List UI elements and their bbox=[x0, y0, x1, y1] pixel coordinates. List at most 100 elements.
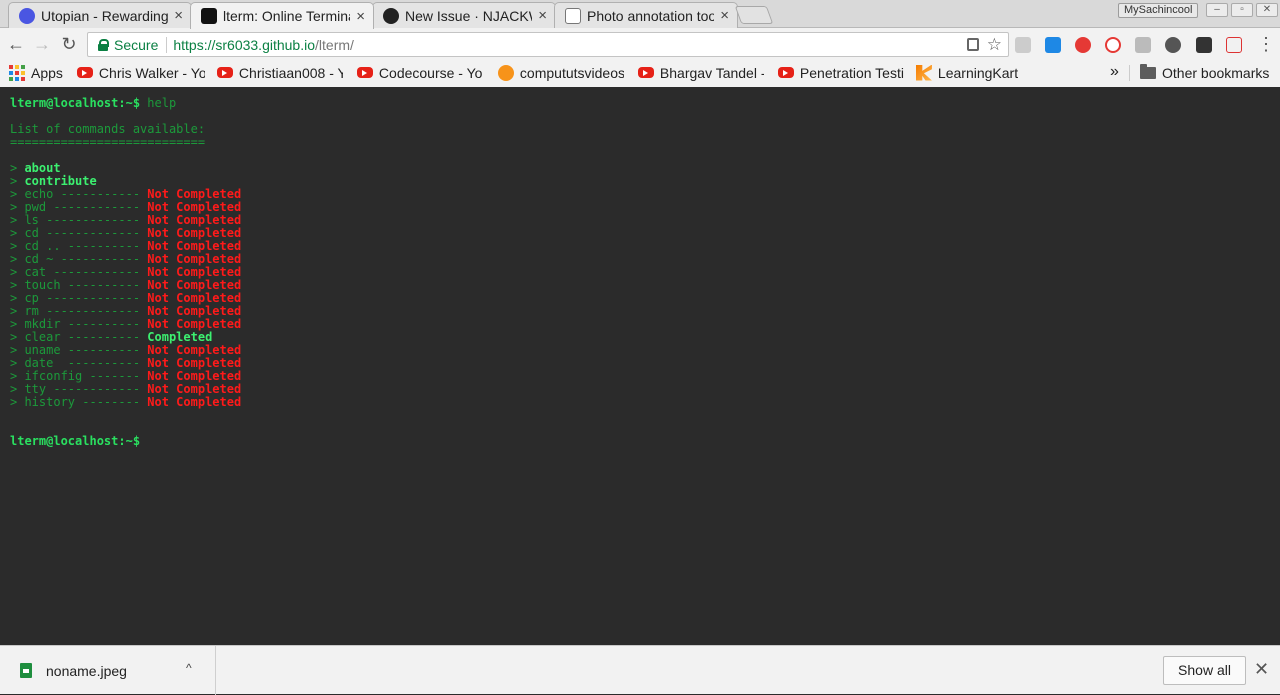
block-icon[interactable] bbox=[1105, 37, 1121, 53]
star-icon[interactable]: ☆ bbox=[987, 35, 1002, 55]
entry-marker: > bbox=[10, 317, 25, 331]
apps-icon bbox=[9, 64, 25, 81]
status-not-completed: Not Completed bbox=[147, 317, 242, 331]
command-name: pwd ------------ bbox=[24, 200, 141, 214]
command-name: cp ------------- bbox=[24, 291, 141, 305]
youtube-icon bbox=[637, 67, 654, 78]
close-icon[interactable]: × bbox=[356, 8, 365, 25]
minimize-button[interactable]: – bbox=[1206, 3, 1228, 17]
bookmark-apps[interactable]: Apps bbox=[9, 59, 63, 86]
tab-title: lterm: Online Terminal bbox=[223, 8, 351, 24]
gnome-icon[interactable] bbox=[1196, 37, 1212, 53]
entry-marker: > bbox=[10, 356, 25, 370]
new-tab-button[interactable] bbox=[734, 6, 774, 24]
command-name: tty ------------ bbox=[24, 382, 141, 396]
status-not-completed: Not Completed bbox=[147, 239, 242, 253]
extension-red-icon[interactable] bbox=[1226, 37, 1242, 53]
back-button[interactable]: ← bbox=[4, 32, 28, 56]
show-all-button[interactable]: Show all bbox=[1163, 656, 1246, 685]
extension-dark-icon[interactable] bbox=[1165, 37, 1181, 53]
entry-marker: > bbox=[10, 226, 25, 240]
command-name: mkdir ---------- bbox=[24, 317, 141, 331]
other-bookmarks[interactable]: Other bookmarks bbox=[1140, 59, 1269, 86]
status-not-completed: Not Completed bbox=[147, 278, 242, 292]
entry-marker: > bbox=[10, 174, 25, 188]
entry-marker: > bbox=[10, 265, 25, 279]
tab-photo-annotation[interactable]: Photo annotation tool × bbox=[554, 2, 738, 28]
page-icon bbox=[565, 7, 581, 24]
command-contribute: contribute bbox=[24, 174, 97, 188]
command-name: uname ---------- bbox=[24, 343, 141, 357]
download-item[interactable]: noname.jpeg ^ bbox=[0, 646, 216, 695]
entry-marker: > bbox=[10, 239, 25, 253]
close-icon[interactable]: × bbox=[174, 7, 183, 24]
bookmark-label: Bhargav Tandel - YouTube bbox=[659, 64, 764, 81]
tab-new-issue[interactable]: New Issue · NJACKWinterOfCode × bbox=[372, 2, 556, 28]
status-not-completed: Not Completed bbox=[147, 226, 242, 240]
terminal[interactable]: lterm@localhost:~$ help List of commands… bbox=[0, 87, 1280, 645]
more-bookmarks-icon[interactable]: » bbox=[1110, 63, 1119, 81]
forward-button[interactable]: → bbox=[30, 32, 54, 56]
command-name: cd .. ---------- bbox=[24, 239, 141, 253]
status-not-completed: Not Completed bbox=[147, 213, 242, 227]
entry-marker: > bbox=[10, 187, 25, 201]
status-not-completed: Not Completed bbox=[147, 187, 242, 201]
url-path: /lterm/ bbox=[315, 36, 354, 53]
entry-marker: > bbox=[10, 278, 25, 292]
divider bbox=[166, 36, 168, 53]
entry-marker: > bbox=[10, 252, 25, 266]
bookmark-penetration-testing[interactable]: Penetration Testing bbox=[777, 59, 906, 86]
bookmark-label: Other bookmarks bbox=[1162, 64, 1270, 81]
active-prompt-line[interactable]: lterm@localhost:~$ bbox=[10, 435, 1270, 448]
tab-title: Utopian - Rewarding Open Source Contribu… bbox=[41, 7, 169, 24]
status-not-completed: Not Completed bbox=[147, 200, 242, 214]
folder-icon bbox=[1140, 63, 1156, 79]
prompt: lterm@localhost:~$ bbox=[10, 434, 141, 448]
bookmark-label: LearningKart bbox=[937, 64, 1019, 81]
bookmark-label: Apps bbox=[31, 64, 63, 81]
status-not-completed: Not Completed bbox=[147, 369, 242, 383]
bookmark-bhargav-tandel[interactable]: Bhargav Tandel - YouTube bbox=[637, 59, 766, 86]
address-bar[interactable]: Secure https://sr6033.github.io /lterm/ … bbox=[87, 32, 1009, 57]
status-not-completed: Not Completed bbox=[147, 382, 242, 396]
bookmark-codecourse[interactable]: Codecourse - YouTube bbox=[356, 59, 485, 86]
image-file-icon bbox=[20, 663, 32, 678]
shield-icon[interactable] bbox=[1015, 37, 1031, 53]
close-icon[interactable]: ✕ bbox=[1254, 659, 1269, 680]
bitcoin-icon bbox=[497, 64, 514, 81]
profile-button[interactable]: MySachincool bbox=[1118, 3, 1199, 18]
bookmarks-bar: Apps Chris Walker - YouTube Christiaan00… bbox=[0, 59, 1280, 86]
extension-gray-icon[interactable] bbox=[1135, 37, 1151, 53]
entry-marker: > bbox=[10, 291, 25, 305]
tab-lterm[interactable]: lterm: Online Terminal × bbox=[190, 2, 374, 29]
site-settings-icon[interactable] bbox=[966, 38, 979, 51]
bookmark-chris-walker[interactable]: Chris Walker - YouTube bbox=[76, 59, 205, 86]
close-window-button[interactable]: ✕ bbox=[1256, 3, 1278, 17]
help-underline: =========================== bbox=[10, 135, 206, 149]
close-icon[interactable]: × bbox=[720, 7, 729, 24]
entry-marker: > bbox=[10, 304, 25, 318]
bookmark-compututsvideos[interactable]: compututsvideos bbox=[497, 59, 626, 86]
address-bar-actions: ☆ bbox=[966, 35, 1008, 55]
close-icon[interactable]: × bbox=[538, 7, 547, 24]
menu-icon[interactable]: ⋮ bbox=[1254, 32, 1278, 56]
bookmark-christiaan008[interactable]: Christiaan008 - YouTube bbox=[216, 59, 345, 86]
reload-button[interactable]: ↻ bbox=[57, 32, 81, 56]
command-name: ifconfig ------- bbox=[24, 369, 141, 383]
entry-marker: > bbox=[10, 369, 25, 383]
command-name: cd ~ ----------- bbox=[24, 252, 141, 266]
extension-santa-icon[interactable] bbox=[1075, 37, 1091, 53]
chevron-up-icon[interactable]: ^ bbox=[186, 661, 192, 675]
bookmark-learningkart[interactable]: LearningKart bbox=[915, 59, 1019, 86]
entry-marker: > bbox=[10, 200, 25, 214]
extension-blue-icon[interactable] bbox=[1045, 37, 1061, 53]
command-text: help bbox=[140, 96, 177, 110]
lock-icon bbox=[98, 39, 109, 51]
browser-chrome: Utopian - Rewarding Open Source Contribu… bbox=[0, 0, 1280, 87]
secure-label: Secure bbox=[114, 36, 159, 53]
tab-utopian[interactable]: Utopian - Rewarding Open Source Contribu… bbox=[8, 2, 192, 28]
command-list: > echo ----------- Not Completed > pwd --… bbox=[10, 188, 1270, 409]
downloads-bar: noname.jpeg ^ Show all ✕ bbox=[0, 645, 1280, 695]
maximize-button[interactable]: ▫ bbox=[1231, 3, 1253, 17]
status-not-completed: Not Completed bbox=[147, 265, 242, 279]
